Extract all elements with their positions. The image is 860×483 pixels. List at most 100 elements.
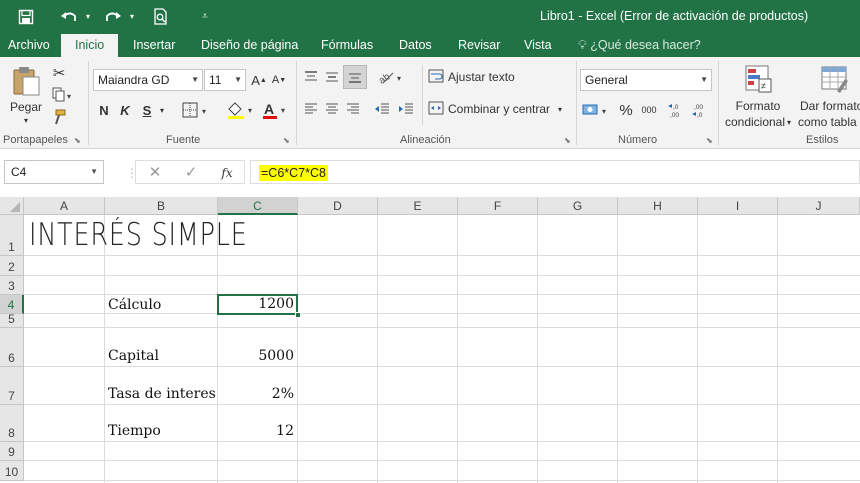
cut-icon[interactable]: ✂ — [48, 63, 70, 83]
row-header-1[interactable]: 1 — [0, 215, 24, 256]
row-header-8[interactable]: 8 — [0, 405, 24, 442]
format-as-table-label-2[interactable]: como tabla — [796, 115, 860, 129]
cancel-icon[interactable]: ✕ — [144, 163, 166, 183]
wrap-text-icon — [428, 69, 444, 86]
number-launcher-icon[interactable]: ⬊ — [706, 137, 714, 145]
group-label-clipboard: Portapapeles — [3, 134, 68, 146]
clipboard-launcher-icon[interactable]: ⬊ — [74, 137, 82, 145]
cell-b8-tiempo[interactable]: Tiempo — [108, 423, 161, 439]
font-launcher-icon[interactable]: ⬊ — [283, 137, 291, 145]
increase-decimal-icon[interactable]: ,0,00 — [666, 99, 688, 121]
name-box[interactable]: C4 ▼ — [4, 160, 104, 184]
column-header-g[interactable]: G — [538, 197, 618, 215]
fill-color-icon[interactable]: ▾ — [224, 99, 258, 121]
row-header-3[interactable]: 3 — [0, 276, 24, 295]
row-header-6[interactable]: 6 — [0, 328, 24, 367]
column-header-a[interactable]: A — [24, 197, 105, 215]
column-header-j[interactable]: J — [778, 197, 860, 215]
chevron-down-icon: ▼ — [700, 75, 708, 84]
underline-button[interactable]: S — [138, 99, 156, 121]
cell-c7-value[interactable]: 2% — [218, 386, 294, 402]
tab-revisar[interactable]: Revisar — [458, 33, 500, 57]
shrink-font-icon[interactable]: A ▼ — [270, 69, 288, 91]
font-color-icon[interactable]: A ▾ — [260, 99, 292, 121]
conditional-format-icon[interactable]: ≠ — [740, 63, 776, 95]
decrease-indent-icon[interactable] — [372, 99, 392, 119]
format-as-table-icon[interactable] — [816, 63, 852, 95]
align-center-icon[interactable] — [322, 99, 342, 119]
save-icon[interactable] — [12, 0, 40, 33]
wrap-text-button[interactable]: Ajustar texto — [428, 67, 528, 87]
conditional-format-label-1[interactable]: Formato — [722, 99, 794, 113]
decrease-decimal-icon[interactable]: ,00,0 — [690, 99, 712, 121]
tab-archivo[interactable]: Archivo — [8, 33, 50, 57]
percent-style-button[interactable]: % — [616, 99, 636, 121]
copy-icon[interactable]: ▾ — [48, 85, 78, 105]
cell-c6-value[interactable]: 5000 — [218, 348, 294, 364]
format-as-table-label-1[interactable]: Dar formato — [796, 99, 860, 113]
cell-b6-capital[interactable]: Capital — [108, 348, 159, 364]
redo-icon[interactable] — [100, 0, 126, 33]
undo-dropdown-icon[interactable]: ▾ — [82, 0, 94, 33]
row-header-5[interactable]: 5 — [0, 312, 24, 328]
format-painter-icon[interactable] — [48, 107, 70, 127]
orientation-icon[interactable]: ab ▾ — [376, 67, 406, 87]
worksheet-grid[interactable]: A B C D E F G H I J 1 2 3 4 5 6 7 8 9 10… — [0, 197, 860, 483]
redo-dropdown-icon[interactable]: ▾ — [126, 0, 138, 33]
cell-b7-tasa[interactable]: Tasa de interes — [108, 386, 216, 402]
customize-qat-icon[interactable]: ⩡ — [196, 0, 214, 33]
tab-diseno-pagina[interactable]: Diseño de página — [201, 33, 298, 57]
clipboard-icon[interactable] — [8, 63, 44, 99]
tab-insertar[interactable]: Insertar — [133, 33, 175, 57]
tab-vista[interactable]: Vista — [524, 33, 552, 57]
column-header-f[interactable]: F — [458, 197, 538, 215]
increase-indent-icon[interactable] — [396, 99, 416, 119]
undo-icon[interactable] — [56, 0, 82, 33]
select-all-button[interactable] — [0, 197, 24, 215]
drag-handle-icon[interactable]: ⋮ — [126, 163, 138, 183]
formula-input[interactable]: =C6*C7*C8 — [250, 160, 860, 184]
row-header-2[interactable]: 2 — [0, 256, 24, 276]
align-bottom-icon[interactable] — [343, 65, 367, 89]
align-left-icon[interactable] — [301, 99, 321, 119]
merge-center-button[interactable]: Combinar y centrar ▾ — [428, 99, 570, 119]
paste-button[interactable]: Pegar — [6, 99, 46, 115]
column-header-i[interactable]: I — [698, 197, 778, 215]
italic-button[interactable]: K — [116, 99, 134, 121]
column-header-d[interactable]: D — [298, 197, 378, 215]
row-header-7[interactable]: 7 — [0, 367, 24, 405]
cell-c8-value[interactable]: 12 — [218, 423, 294, 439]
tab-formulas[interactable]: Fórmulas — [321, 33, 373, 57]
paste-dropdown-icon[interactable]: ▾ — [14, 115, 38, 125]
column-header-c[interactable]: C — [218, 197, 298, 215]
conditional-format-button[interactable]: condicional ▾ — [722, 115, 794, 129]
tell-me-text: ¿Qué desea hacer? — [590, 38, 701, 52]
print-preview-icon[interactable] — [148, 0, 174, 33]
align-top-icon[interactable] — [301, 67, 321, 87]
column-header-b[interactable]: B — [105, 197, 218, 215]
row-header-10[interactable]: 10 — [0, 461, 24, 481]
tab-datos[interactable]: Datos — [399, 33, 432, 57]
column-header-e[interactable]: E — [378, 197, 458, 215]
insert-function-icon[interactable]: fx — [216, 163, 238, 183]
align-right-icon[interactable] — [343, 99, 363, 119]
underline-dropdown-icon[interactable]: ▾ — [156, 99, 168, 121]
font-size-combo[interactable]: 11 ▼ — [204, 69, 246, 91]
enter-icon[interactable]: ✓ — [180, 163, 202, 183]
cell-a1-title[interactable]: INTERÉS SIMPLE — [29, 217, 248, 253]
tell-me-box[interactable]: 💡︎ ¿Qué desea hacer? — [578, 33, 701, 57]
borders-icon[interactable]: ▾ — [180, 99, 212, 121]
comma-style-button[interactable]: 000 — [638, 99, 660, 121]
grow-font-icon[interactable]: A ▲ — [250, 69, 268, 91]
column-header-h[interactable]: H — [618, 197, 698, 215]
fill-handle[interactable] — [295, 312, 301, 318]
accounting-format-icon[interactable]: ▾ — [580, 99, 614, 121]
alignment-launcher-icon[interactable]: ⬊ — [564, 137, 572, 145]
number-format-combo[interactable]: General ▼ — [580, 69, 712, 91]
font-name-combo[interactable]: Maiandra GD ▼ — [93, 69, 203, 91]
cell-b4-calculo[interactable]: Cálculo — [108, 297, 161, 313]
tab-inicio[interactable]: Inicio — [61, 34, 119, 57]
row-header-9[interactable]: 9 — [0, 442, 24, 461]
bold-button[interactable]: N — [95, 99, 113, 121]
align-middle-icon[interactable] — [322, 67, 342, 87]
